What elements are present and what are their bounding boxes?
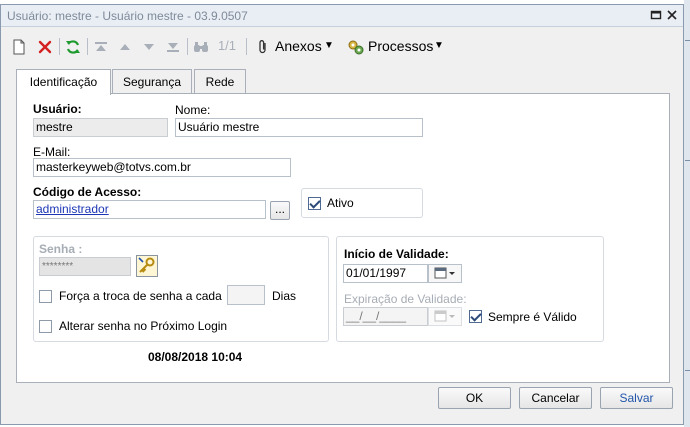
next-record-icon[interactable]	[139, 29, 159, 63]
inicio-validade-label: Início de Validade:	[344, 247, 449, 261]
calendar-icon	[434, 310, 455, 322]
attachments-menu[interactable]: Anexos	[275, 29, 322, 63]
title-bar[interactable]: Usuário: mestre - Usuário mestre - 03.9.…	[1, 5, 683, 27]
record-position: 1/1	[217, 38, 237, 53]
sempre-valido-label: Sempre é Válido	[488, 310, 577, 324]
inicio-validade-field[interactable]: 01/01/1997	[343, 264, 428, 283]
calendar-icon	[434, 267, 455, 279]
validade-group: Início de Validade: 01/01/1997 Expiração…	[336, 236, 604, 342]
tab-identificacao[interactable]: Identificação	[16, 69, 111, 95]
restore-icon[interactable]	[649, 9, 663, 23]
cancel-button[interactable]: Cancelar	[519, 387, 592, 409]
dias-label: Dias	[272, 289, 297, 303]
forca-troca-checkbox[interactable]	[39, 290, 52, 303]
senha-label: Senha :	[39, 242, 83, 256]
email-label: E-Mail:	[33, 145, 71, 159]
nome-field[interactable]: Usuário mestre	[175, 118, 423, 137]
tab-seguranca[interactable]: Segurança	[112, 69, 192, 93]
senha-field[interactable]: ********	[39, 257, 131, 276]
key-icon	[138, 257, 155, 273]
codigo-acesso-field[interactable]: administrador	[33, 200, 266, 219]
dias-field[interactable]	[227, 285, 265, 305]
ok-button[interactable]: OK	[438, 387, 511, 409]
background-window-edge	[684, 0, 690, 427]
timestamp: 08/08/2018 10:04	[148, 350, 243, 364]
processes-menu[interactable]: Processos	[368, 29, 433, 63]
user-dialog: Usuário: mestre - Usuário mestre - 03.9.…	[0, 4, 684, 425]
last-record-icon[interactable]	[163, 29, 183, 63]
paperclip-icon[interactable]	[254, 29, 272, 63]
toolbar: 1/1 Anexos ▼ Processos ▼	[1, 29, 683, 63]
codigo-acesso-link[interactable]: administrador	[36, 202, 109, 216]
lookup-button[interactable]: ...	[270, 201, 290, 220]
ativo-checkbox[interactable]	[308, 197, 321, 210]
forca-troca-label: Força a troca de senha a cada	[59, 289, 222, 303]
calendar-dropdown-button-disabled	[428, 307, 462, 326]
alterar-senha-label: Alterar senha no Próximo Login	[59, 319, 228, 333]
ativo-label: Ativo	[327, 196, 354, 210]
chevron-down-icon[interactable]: ▼	[433, 29, 445, 63]
usuario-field[interactable]: mestre	[33, 118, 168, 137]
ativo-group: Ativo	[301, 188, 423, 218]
calendar-dropdown-button[interactable]	[428, 264, 462, 283]
delete-icon[interactable]	[35, 29, 55, 63]
alterar-senha-checkbox[interactable]	[39, 320, 52, 333]
expiracao-validade-field[interactable]: __/__/____	[343, 307, 428, 326]
tab-rede[interactable]: Rede	[194, 69, 246, 93]
key-button[interactable]	[136, 255, 158, 277]
sempre-valido-checkbox[interactable]	[469, 310, 482, 323]
first-record-icon[interactable]	[91, 29, 111, 63]
window-title: Usuário: mestre - Usuário mestre - 03.9.…	[7, 9, 248, 23]
gears-icon[interactable]	[346, 29, 366, 63]
binoculars-icon[interactable]	[191, 29, 211, 63]
identificacao-panel: Usuário: mestre Nome: Usuário mestre E-M…	[16, 93, 670, 383]
nome-label: Nome:	[175, 103, 211, 117]
chevron-down-icon[interactable]: ▼	[323, 29, 335, 63]
save-button[interactable]: Salvar	[600, 387, 673, 409]
refresh-icon[interactable]	[63, 29, 83, 63]
close-icon[interactable]	[665, 9, 679, 23]
usuario-label: Usuário:	[33, 102, 82, 116]
email-field[interactable]: masterkeyweb@totvs.com.br	[33, 158, 291, 177]
codigo-acesso-label: Código de Acesso:	[33, 185, 142, 199]
expiracao-validade-label: Expiração de Validade:	[344, 292, 467, 306]
new-document-icon[interactable]	[9, 29, 29, 63]
senha-group: Senha : ******** Força a troca de senha …	[33, 236, 329, 342]
previous-record-icon[interactable]	[115, 29, 135, 63]
